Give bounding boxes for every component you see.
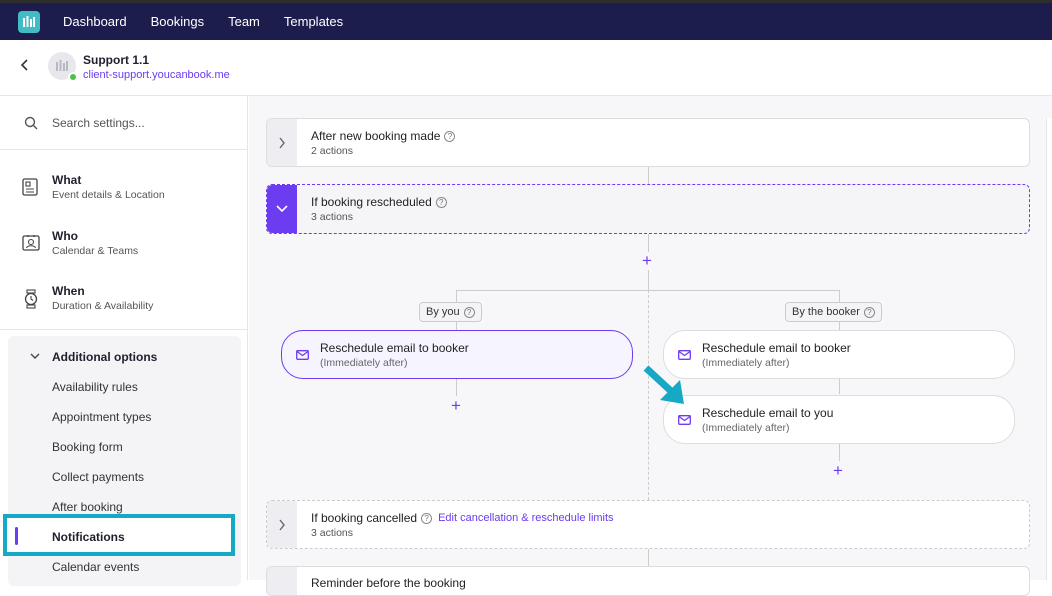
sidebar-item-subtitle: Event details & Location xyxy=(52,189,165,201)
help-icon[interactable]: ? xyxy=(444,130,456,142)
workflow-title: After new booking made xyxy=(311,129,441,143)
add-action-plus-icon[interactable]: + xyxy=(451,397,461,414)
sidebar-item-title: Who xyxy=(52,229,78,243)
mail-icon xyxy=(678,412,691,430)
nav-bookings[interactable]: Bookings xyxy=(151,14,204,29)
workflow-reminder[interactable]: Reminder before the booking xyxy=(266,566,1030,596)
action-title: Reschedule email to booker xyxy=(702,341,851,355)
connector-line xyxy=(648,167,649,185)
back-chevron-icon[interactable] xyxy=(20,58,30,77)
sidebar-item-title: What xyxy=(52,173,82,187)
account-url-link[interactable]: client-support.youcanbook.me xyxy=(83,69,230,81)
sidebar-item-when[interactable]: When Duration & Availability xyxy=(0,269,247,325)
contact-card-icon xyxy=(22,234,40,257)
additional-options-title: Additional options xyxy=(52,350,158,364)
connector-line xyxy=(648,270,649,290)
settings-sidebar: Search settings... What Event details & … xyxy=(0,96,248,586)
settings-search[interactable]: Search settings... xyxy=(0,96,247,150)
chevron-down-icon[interactable] xyxy=(267,185,297,233)
connector-line xyxy=(456,378,457,396)
menu-item-after-booking[interactable]: After booking xyxy=(52,500,123,514)
action-timing: (Immediately after) xyxy=(320,357,408,369)
workflow-cancelled[interactable]: If booking cancelled? Edit cancellation &… xyxy=(266,500,1030,549)
connector-line xyxy=(648,549,649,567)
menu-item-appointment-types[interactable]: Appointment types xyxy=(52,410,151,424)
branch-label: By the booker xyxy=(792,306,860,318)
branch-by-booker: By the booker? xyxy=(785,302,882,322)
action-timing: (Immediately after) xyxy=(702,422,790,434)
watch-icon xyxy=(24,289,38,314)
help-icon[interactable]: ? xyxy=(435,196,447,208)
add-action-plus-icon[interactable]: + xyxy=(833,462,843,479)
menu-item-notifications[interactable]: Notifications xyxy=(3,514,235,556)
workflow-title: If booking rescheduled xyxy=(311,195,432,209)
document-icon xyxy=(22,178,38,201)
workflow-count: 2 actions xyxy=(311,145,354,157)
nav-templates[interactable]: Templates xyxy=(284,14,343,29)
menu-item-availability-rules[interactable]: Availability rules xyxy=(52,380,138,394)
workflow-count: 3 actions xyxy=(311,211,354,223)
search-icon xyxy=(24,116,38,135)
workflow-count: 3 actions xyxy=(311,527,354,539)
account-name: Support 1.1 xyxy=(83,53,150,67)
nav-dashboard[interactable]: Dashboard xyxy=(63,14,127,29)
sidebar-item-subtitle: Calendar & Teams xyxy=(52,245,139,257)
action-reschedule-email-booker-by-booker[interactable]: Reschedule email to booker (Immediately … xyxy=(663,330,1015,379)
help-icon[interactable]: ? xyxy=(463,306,475,318)
additional-options-toggle[interactable]: Additional options xyxy=(30,350,157,364)
connector-line xyxy=(839,443,840,461)
help-icon[interactable]: ? xyxy=(421,512,433,524)
right-panel-edge xyxy=(1046,118,1052,580)
add-action-plus-icon[interactable]: + xyxy=(642,252,652,269)
mail-icon xyxy=(296,347,309,365)
sidebar-item-title: When xyxy=(52,284,85,298)
menu-item-label: Notifications xyxy=(52,530,125,544)
help-icon[interactable]: ? xyxy=(863,306,875,318)
action-reschedule-email-booker-by-you[interactable]: Reschedule email to booker (Immediately … xyxy=(281,330,633,379)
sidebar-item-who[interactable]: Who Calendar & Teams xyxy=(0,214,247,270)
menu-item-collect-payments[interactable]: Collect payments xyxy=(52,470,144,484)
connector-line xyxy=(648,234,649,252)
action-reschedule-email-you[interactable]: Reschedule email to you (Immediately aft… xyxy=(663,395,1015,444)
workflow-rescheduled[interactable]: If booking rescheduled? 3 actions xyxy=(266,184,1030,234)
online-status-dot xyxy=(68,72,78,82)
sidebar-item-subtitle: Duration & Availability xyxy=(52,300,154,312)
chevron-right-icon[interactable] xyxy=(267,501,297,548)
action-title: Reschedule email to booker xyxy=(320,341,469,355)
top-navbar: Dashboard Bookings Team Templates xyxy=(0,0,1052,40)
account-header xyxy=(0,40,1052,96)
chevron-down-icon xyxy=(30,352,40,363)
chevron-right-icon[interactable] xyxy=(267,567,297,595)
branch-label: By you xyxy=(426,306,460,318)
annotation-arrow-icon xyxy=(643,365,684,404)
connector-line xyxy=(839,378,840,394)
workflow-title: If booking cancelled xyxy=(311,511,418,525)
active-indicator xyxy=(15,527,18,545)
app-logo-icon[interactable] xyxy=(18,10,40,33)
menu-item-calendar-events[interactable]: Calendar events xyxy=(52,560,139,574)
sidebar-divider xyxy=(0,329,247,330)
avatar xyxy=(48,52,78,82)
search-input[interactable]: Search settings... xyxy=(52,116,145,130)
edit-limits-link[interactable]: Edit cancellation & reschedule limits xyxy=(438,512,613,524)
sidebar-item-what[interactable]: What Event details & Location xyxy=(0,158,247,214)
nav-team[interactable]: Team xyxy=(228,14,260,29)
action-timing: (Immediately after) xyxy=(702,357,790,369)
workflow-title: Reminder before the booking xyxy=(311,576,466,590)
menu-item-booking-form[interactable]: Booking form xyxy=(52,440,123,454)
workflow-new-booking[interactable]: After new booking made? 2 actions xyxy=(266,118,1030,167)
branch-by-you: By you? xyxy=(419,302,482,322)
action-title: Reschedule email to you xyxy=(702,406,834,420)
chevron-right-icon[interactable] xyxy=(267,119,297,166)
